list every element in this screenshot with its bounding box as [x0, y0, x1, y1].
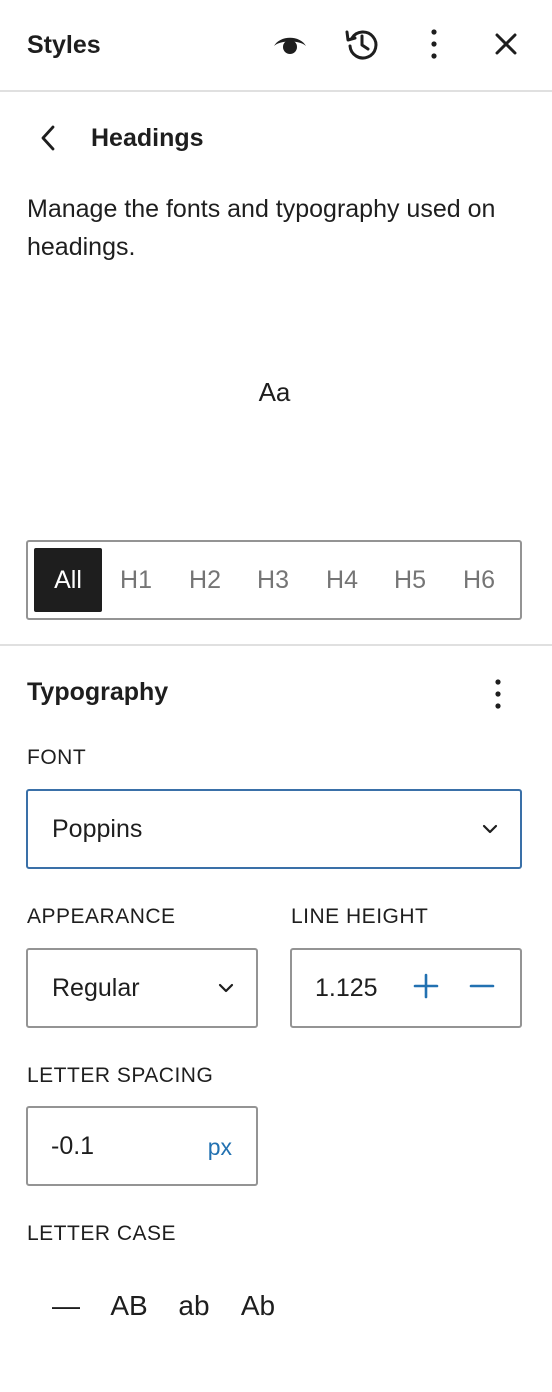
line-height-decrement-button[interactable]: [460, 966, 504, 1010]
font-family-value: Poppins: [52, 814, 143, 843]
style-book-button[interactable]: [266, 22, 314, 70]
panel-description: Manage the fonts and typography used on …: [27, 195, 496, 261]
appearance-label: APPEARANCE: [27, 905, 176, 928]
close-icon: [495, 33, 517, 60]
chevron-down-icon: [482, 821, 498, 842]
letter-case-none-button[interactable]: —: [36, 1283, 96, 1329]
line-height-increment-button[interactable]: [404, 966, 448, 1010]
letter-spacing-value[interactable]: -0.1: [51, 1132, 94, 1161]
chevron-left-icon: [41, 125, 55, 156]
styles-title: Styles: [27, 31, 101, 59]
font-family-select[interactable]: Poppins: [26, 789, 522, 869]
revisions-icon: [344, 26, 380, 67]
level-option-h5[interactable]: H5: [376, 548, 444, 612]
line-height-label: LINE HEIGHT: [291, 905, 429, 928]
more-options-button[interactable]: [410, 22, 458, 70]
line-height-control[interactable]: 1.125: [290, 948, 522, 1028]
eye-icon: [273, 32, 307, 61]
letter-spacing-control[interactable]: -0.1 px: [26, 1106, 258, 1186]
level-option-h1[interactable]: H1: [102, 548, 170, 612]
line-height-value[interactable]: 1.125: [315, 974, 378, 1003]
panel-title: Headings: [91, 124, 204, 152]
typography-section-title: Typography: [27, 678, 169, 706]
letter-case-uppercase-button[interactable]: AB: [99, 1283, 159, 1329]
minus-icon: [469, 973, 495, 1004]
typography-preview: Aa: [27, 285, 522, 500]
level-option-h3[interactable]: H3: [239, 548, 307, 612]
more-vertical-icon: [494, 678, 502, 715]
styles-header: Styles: [0, 0, 552, 92]
letter-case-lowercase-button[interactable]: ab: [164, 1283, 224, 1329]
revisions-button[interactable]: [338, 22, 386, 70]
level-option-h4[interactable]: H4: [308, 548, 376, 612]
plus-icon: [413, 973, 439, 1004]
back-button[interactable]: [26, 118, 70, 162]
letter-case-capitalize-button[interactable]: Ab: [228, 1283, 288, 1329]
level-option-h2[interactable]: H2: [171, 548, 239, 612]
appearance-select[interactable]: Regular: [26, 948, 258, 1028]
letter-spacing-unit-select[interactable]: px: [208, 1134, 232, 1161]
chevron-down-icon: [218, 980, 234, 1001]
letter-spacing-label: LETTER SPACING: [27, 1064, 214, 1087]
close-button[interactable]: [482, 22, 530, 70]
font-label: FONT: [27, 746, 87, 769]
heading-level-toggle-group: All H1 H2 H3 H4 H5 H6: [26, 540, 522, 620]
appearance-value: Regular: [52, 973, 140, 1002]
typography-options-button[interactable]: [474, 672, 522, 720]
section-divider: [0, 644, 552, 646]
level-option-h6[interactable]: H6: [445, 548, 513, 612]
preview-text: Aa: [258, 377, 291, 407]
level-option-all[interactable]: All: [34, 548, 102, 612]
letter-case-label: LETTER CASE: [27, 1222, 177, 1245]
more-vertical-icon: [430, 28, 438, 65]
